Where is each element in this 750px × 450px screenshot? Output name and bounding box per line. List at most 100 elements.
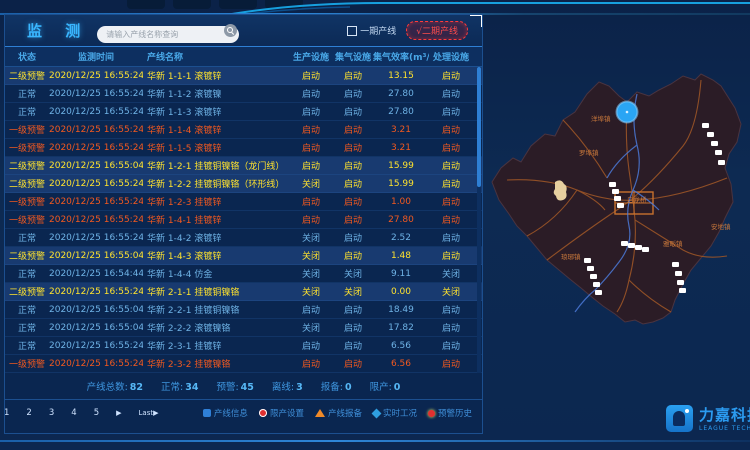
page-button[interactable]: 2 (23, 407, 34, 419)
legend-item[interactable]: 产线信息 (203, 407, 248, 419)
page-button[interactable]: 3 (46, 407, 57, 419)
table-row[interactable]: 一级预警2020/12/25 16:55:24华新 1-1-4 滚镀锌启动启动3… (5, 121, 482, 139)
map-site-marker[interactable] (672, 262, 679, 267)
map-site-marker[interactable] (590, 274, 597, 279)
legend-item[interactable]: 预警历史 (428, 407, 472, 419)
table-row[interactable]: 二级预警2020/12/25 16:55:24华新 2-1-1 挂镀铜镍铬关闭关… (5, 283, 482, 301)
gas-facility-cell: 启动 (333, 123, 373, 136)
footer-legend: 产线信息限产设置 产线报备实时工况预警历史 (203, 407, 472, 419)
efficiency-cell: 15.99 (373, 161, 429, 171)
page-button[interactable]: 1 (4, 407, 12, 419)
map-site-marker[interactable] (621, 241, 628, 246)
summary-value: 45 (241, 382, 254, 393)
summary-value: 82 (130, 382, 143, 393)
phase2-button[interactable]: √二期产线 (406, 21, 468, 40)
status-cell: 一级预警 (5, 141, 49, 154)
gas-facility-cell: 启动 (333, 195, 373, 208)
legend-label: 产线报备 (328, 407, 362, 419)
table-row[interactable]: 正常2020/12/25 16:55:04华新 2-2-2 滚镀镍铬关闭启动17… (5, 319, 482, 337)
map-place-label: 洋埠镇 (591, 114, 611, 123)
map-site-marker[interactable] (677, 280, 684, 285)
map-site-marker[interactable] (617, 203, 624, 208)
table-row[interactable]: 正常2020/12/25 16:55:24华新 2-3-1 挂镀锌启动启动6.5… (5, 337, 482, 355)
table-row[interactable]: 二级预警2020/12/25 16:55:04华新 1-2-1 挂镀铜镍铬（龙门… (5, 157, 482, 175)
map-site-marker[interactable] (635, 245, 642, 250)
line-name-cell: 华新 1-1-5 滚镀锌 (143, 141, 289, 154)
table-row[interactable]: 一级预警2020/12/25 16:55:24华新 1-4-1 挂镀锌启动启动2… (5, 211, 482, 229)
efficiency-cell: 3.21 (373, 143, 429, 153)
last-page-button[interactable]: Last▶ (136, 408, 162, 418)
map-site-marker[interactable] (707, 132, 714, 137)
table-row[interactable]: 正常2020/12/25 16:55:04华新 2-2-1 挂镀铜镍铬启动启动1… (5, 301, 482, 319)
table-row[interactable]: 一级预警2020/12/25 16:55:24华新 1-1-5 滚镀锌启动启动3… (5, 139, 482, 157)
line-name-cell: 华新 2-2-1 挂镀铜镍铬 (143, 303, 289, 316)
treat-facility-cell: 启动 (429, 123, 473, 136)
map-site-marker[interactable] (718, 160, 725, 165)
table-scrollbar[interactable] (477, 67, 481, 373)
map-site-marker[interactable] (675, 271, 682, 276)
table-row[interactable]: 一级预警2020/12/25 16:55:24华新 2-3-2 挂镀镍铬启动启动… (5, 355, 482, 373)
map-site-marker[interactable] (642, 247, 649, 252)
map-site-marker[interactable] (715, 150, 722, 155)
page-button[interactable]: 4 (68, 407, 79, 419)
line-name-cell: 华新 2-3-1 挂镀锌 (143, 339, 289, 352)
legend-item[interactable]: 实时工况 (373, 407, 417, 419)
map-site-marker[interactable] (612, 189, 619, 194)
line-name-cell: 华新 2-1-1 挂镀铜镍铬 (143, 285, 289, 298)
map-place-label: 白龙桥 (627, 195, 647, 204)
map-site-marker[interactable] (614, 196, 621, 201)
region-map[interactable]: 洋埠镇罗埠镇白龙桥安地镇琅琊镇雅畈镇 (487, 50, 749, 398)
table-row[interactable]: 一级预警2020/12/25 16:55:24华新 1-2-3 挂镀锌启动启动1… (5, 193, 482, 211)
summary-item: 报备:0 (321, 379, 352, 393)
logo-icon (666, 405, 693, 432)
line-name-cell: 华新 1-4-1 挂镀锌 (143, 213, 289, 226)
table-row[interactable]: 二级预警2020/12/25 16:55:04华新 1-4-3 滚镀锌关闭启动1… (5, 247, 482, 265)
status-cell: 二级预警 (5, 285, 49, 298)
circle-icon (259, 409, 267, 417)
gas-facility-cell: 启动 (333, 69, 373, 82)
table-row[interactable]: 正常2020/12/25 16:55:24华新 1-1-3 滚镀锌启动启动27.… (5, 103, 482, 121)
map-site-marker[interactable] (584, 258, 591, 263)
map-site-marker[interactable] (702, 123, 709, 128)
treat-facility-cell: 关闭 (429, 267, 473, 280)
status-cell: 正常 (5, 339, 49, 352)
treat-facility-cell: 启动 (429, 69, 473, 82)
treat-facility-cell: 启动 (429, 303, 473, 316)
map-site-marker[interactable] (595, 290, 602, 295)
table-row[interactable]: 正常2020/12/25 16:55:24华新 1-4-2 滚镀锌关闭启动2.5… (5, 229, 482, 247)
map-site-marker[interactable] (628, 243, 635, 248)
efficiency-cell: 6.56 (373, 359, 429, 369)
map-site-marker[interactable] (711, 141, 718, 146)
line-name-cell: 华新 2-2-2 滚镀镍铬 (143, 321, 289, 334)
prod-facility-cell: 关闭 (289, 177, 333, 190)
search-input[interactable] (97, 26, 239, 43)
phase1-label: 一期产线 (360, 24, 396, 37)
time-cell: 2020/12/25 16:54:44 (49, 269, 143, 279)
legend-item[interactable]: 产线报备 (315, 407, 362, 419)
gas-facility-cell: 启动 (333, 177, 373, 190)
treat-facility-cell: 关闭 (429, 285, 473, 298)
map-site-marker[interactable] (679, 288, 686, 293)
table-row[interactable]: 二级预警2020/12/25 16:55:24华新 1-2-2 挂镀铜镍铬（环形… (5, 175, 482, 193)
phase1-checkbox[interactable]: 一期产线 (347, 24, 396, 37)
map-site-marker[interactable] (593, 282, 600, 287)
map-site-marker[interactable] (609, 182, 616, 187)
status-cell: 二级预警 (5, 177, 49, 190)
next-page-button[interactable]: ▶ (113, 408, 124, 418)
table-header: 状态监测时间产线名称生产设施集气设施集气效率(m³/s)处理设施 (5, 47, 482, 67)
legend-item[interactable]: 限产设置 (259, 407, 304, 419)
city-circle-marker[interactable] (617, 102, 638, 123)
square-icon (203, 409, 211, 417)
status-cell: 正常 (5, 231, 49, 244)
page-button[interactable]: 5 (91, 407, 102, 419)
table-row[interactable]: 正常2020/12/25 16:54:44华新 1-4-4 仿金关闭关闭9.11… (5, 265, 482, 283)
map-place-label: 安地镇 (711, 222, 731, 231)
line-name-cell: 华新 1-2-2 挂镀铜镍铬（环形线） (143, 177, 289, 190)
column-header: 生产设施 (289, 50, 333, 63)
map-site-marker[interactable] (587, 266, 594, 271)
efficiency-cell: 13.15 (373, 71, 429, 81)
table-row[interactable]: 二级预警2020/12/25 16:55:24华新 1-1-1 滚镀锌启动启动1… (5, 67, 482, 85)
status-cell: 正常 (5, 87, 49, 100)
scrollbar-thumb[interactable] (477, 67, 481, 187)
table-row[interactable]: 正常2020/12/25 16:55:24华新 1-1-2 滚镀镍启动启动27.… (5, 85, 482, 103)
